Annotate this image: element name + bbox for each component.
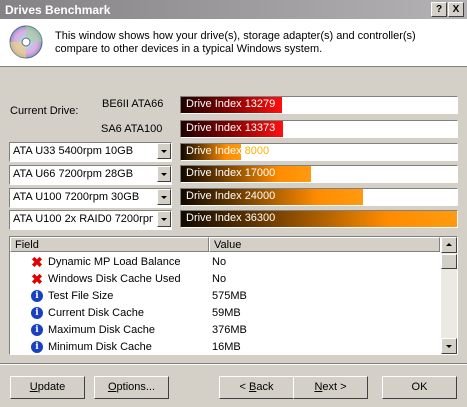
header-panel: This window shows how your drive(s), sto… [0, 19, 467, 67]
select-value: ATA U100 7200rpm 30GB [13, 191, 140, 203]
info-icon: i [31, 307, 43, 319]
back-button[interactable]: < Back [219, 376, 294, 399]
update-button[interactable]: Update [10, 376, 85, 399]
field-name: Dynamic MP Load Balance [48, 256, 181, 268]
reference-drive-select[interactable]: ATA U100 7200rpm 30GB [9, 188, 172, 208]
field-name: Minimum Disk Cache [48, 341, 152, 353]
window-title: Drives Benchmark [5, 3, 111, 17]
field-name: Current Disk Cache [48, 307, 144, 319]
select-value: ATA U100 2x RAID0 7200rpm [13, 213, 153, 225]
next-button[interactable]: Next > [293, 376, 368, 399]
list-item[interactable]: ✖ Windows Disk Cache Used No [10, 271, 440, 288]
help-button[interactable]: ? [431, 2, 447, 17]
field-name: Maximum Disk Cache [48, 324, 155, 336]
field-value: 16MB [212, 341, 241, 353]
field-value: 575MB [212, 290, 247, 302]
list-item[interactable]: ✖ Dynamic MP Load Balance No [10, 254, 440, 271]
select-value: ATA U33 5400rpm 10GB [13, 145, 134, 157]
drive-index-text: Drive Index 8000 [186, 145, 270, 157]
drive-index-text: Drive Index 13279 [186, 98, 276, 110]
options-button[interactable]: Options... [94, 376, 169, 399]
drive-index-text: Drive Index 36300 [186, 212, 276, 224]
drive-index-bar: Drive Index 8000 [180, 143, 458, 161]
drive-index-bar: Drive Index 13279 [180, 96, 458, 114]
current-drive-name: SA6 ATA100 [101, 123, 163, 135]
drive-index-text: Drive Index 13373 [186, 122, 276, 134]
vertical-scrollbar[interactable] [441, 237, 457, 354]
divider [0, 363, 467, 365]
list-item[interactable]: i Minimum Disk Cache 16MB [10, 339, 440, 354]
field-name: Test File Size [48, 290, 114, 302]
drive-index-bar: Drive Index 17000 [180, 165, 458, 183]
reference-drive-select[interactable]: ATA U33 5400rpm 10GB [9, 142, 172, 162]
chevron-down-icon[interactable] [157, 143, 171, 159]
field-value: 376MB [212, 324, 247, 336]
current-drive-label: Current Drive: [10, 105, 79, 117]
close-button[interactable]: X [448, 2, 464, 17]
field-value: 59MB [212, 307, 241, 319]
field-name: Windows Disk Cache Used [48, 273, 181, 285]
select-value: ATA U66 7200rpm 28GB [13, 168, 134, 180]
list-item[interactable]: i Maximum Disk Cache 376MB [10, 322, 440, 339]
details-list[interactable]: Field Value ✖ Dynamic MP Load Balance No… [9, 236, 458, 355]
drive-index-bar: Drive Index 36300 [180, 210, 458, 228]
current-drive-name: BE6II ATA66 [102, 98, 164, 110]
list-item[interactable]: i Current Disk Cache 59MB [10, 305, 440, 322]
chevron-down-icon[interactable] [157, 166, 171, 182]
field-value: No [212, 273, 227, 285]
disc-icon [9, 25, 43, 59]
scroll-thumb[interactable] [441, 254, 457, 269]
scroll-up-button[interactable] [441, 237, 457, 253]
chevron-down-icon[interactable] [157, 211, 171, 227]
drive-index-text: Drive Index 17000 [186, 167, 276, 179]
ok-button[interactable]: OK [382, 376, 457, 399]
title-bar: Drives Benchmark ? X [0, 0, 467, 19]
x-icon: ✖ [31, 271, 43, 287]
list-item[interactable]: i Test File Size 575MB [10, 288, 440, 305]
reference-drive-select[interactable]: ATA U100 2x RAID0 7200rpm [9, 210, 172, 230]
info-icon: i [31, 341, 43, 353]
info-icon: i [31, 290, 43, 302]
drive-index-bar: Drive Index 24000 [180, 188, 458, 206]
column-header-field[interactable]: Field [10, 237, 209, 252]
field-value: No [212, 256, 227, 268]
reference-drive-select[interactable]: ATA U66 7200rpm 28GB [9, 165, 172, 185]
column-header-value[interactable]: Value [209, 237, 440, 252]
chevron-down-icon[interactable] [157, 189, 171, 205]
header-description: This window shows how your drive(s), sto… [55, 30, 416, 55]
x-icon: ✖ [31, 254, 43, 270]
drive-index-text: Drive Index 24000 [186, 190, 276, 202]
scroll-down-button[interactable] [441, 338, 457, 354]
drive-index-bar: Drive Index 13373 [180, 120, 458, 138]
info-icon: i [31, 324, 43, 336]
